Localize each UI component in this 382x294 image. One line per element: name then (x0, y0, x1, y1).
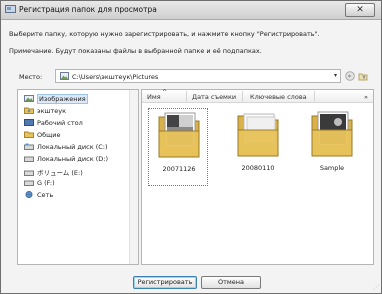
location-label: Место: (19, 73, 43, 81)
public-folder-icon (24, 131, 34, 138)
instruction-text: Выберите папку, которую нужно зарегистри… (9, 30, 320, 38)
pictures-folder-icon (24, 95, 34, 102)
location-combobox[interactable]: C:\Users\экштеук\Pictures ▾ (55, 69, 341, 83)
column-separator (186, 91, 187, 101)
more-columns-icon[interactable]: » (364, 93, 368, 101)
chevron-down-icon[interactable]: ▾ (334, 72, 337, 79)
tree-item-drive-e[interactable]: ボリューム (E:) (24, 167, 83, 177)
column-name[interactable]: Имя (147, 93, 161, 101)
tree-item-label: ボリューム (E:) (37, 169, 83, 177)
column-keywords[interactable]: Ключевые слова (250, 93, 307, 101)
drive-icon (24, 143, 34, 150)
folder-with-photo-icon (158, 112, 200, 158)
tree-item-label: Локальный диск (C:) (37, 143, 108, 151)
folder-name: 20080110 (241, 164, 275, 172)
drive-icon (24, 169, 34, 176)
tree-item-drive-d[interactable]: Локальный диск (D:) (24, 155, 108, 165)
file-list[interactable]: Имя ^ Дата съемки Ключевые слова » 20071… (141, 89, 374, 265)
pictures-folder-icon (60, 72, 69, 80)
folder-item[interactable]: Sample (302, 108, 362, 186)
tree-item-pictures[interactable]: Изображения (24, 94, 88, 105)
note-text: Примечание. Будут показаны файлы в выбра… (9, 47, 262, 55)
folder-with-photo-icon (311, 111, 353, 157)
tree-item-label: Сеть (37, 191, 54, 199)
tree-item-label: G (F:) (37, 179, 55, 187)
folder-item[interactable]: 20071126 (148, 108, 208, 186)
back-arrow-icon[interactable] (345, 71, 355, 81)
tree-item-label: Общие (37, 131, 61, 139)
tree-item-public[interactable]: Общие (24, 131, 60, 141)
resize-grip-icon[interactable]: ⋰ (373, 284, 379, 291)
location-path: C:\Users\экштеук\Pictures (72, 73, 159, 81)
network-icon (24, 191, 34, 198)
tree-item-user[interactable]: экштеук (24, 107, 66, 117)
folder-item[interactable]: 20080110 (228, 108, 288, 186)
app-icon (5, 4, 16, 13)
up-folder-icon[interactable] (358, 71, 368, 81)
tree-item-drive-f[interactable]: G (F:) (24, 179, 55, 189)
tree-item-label: Изображения (37, 94, 88, 104)
folder-name: 20071126 (162, 165, 196, 173)
drive-icon (24, 179, 34, 186)
register-button[interactable]: Регистрировать (133, 276, 197, 289)
close-icon: ✕ (356, 5, 364, 15)
register-folders-dialog: Регистрация папок для просмотра ✕ Выбери… (0, 0, 382, 294)
column-header-bar: Имя ^ Дата съемки Ключевые слова » (142, 89, 373, 103)
sort-arrow-icon: ^ (162, 89, 168, 96)
window-title: Регистрация папок для просмотра (19, 5, 157, 14)
tree-scrollbar[interactable] (129, 90, 138, 264)
folder-tree[interactable]: Изображения экштеук Рабочий стол Общие Л… (17, 89, 139, 265)
tree-item-drive-c[interactable]: Локальный диск (C:) (24, 143, 108, 153)
folder-name: Sample (319, 164, 345, 172)
column-date-taken[interactable]: Дата съемки (192, 93, 236, 101)
title-bar[interactable]: Регистрация папок для просмотра ✕ (1, 1, 381, 20)
column-separator (242, 91, 243, 101)
tree-item-desktop[interactable]: Рабочий стол (24, 119, 83, 129)
tree-item-label: Локальный диск (D:) (37, 155, 108, 163)
user-folder-icon (24, 107, 34, 114)
column-separator (314, 91, 315, 101)
tree-item-label: Рабочий стол (37, 119, 83, 127)
desktop-icon (24, 119, 34, 126)
cancel-button[interactable]: Отмена (201, 276, 261, 289)
close-button[interactable]: ✕ (345, 3, 375, 17)
tree-item-label: экштеук (37, 107, 66, 115)
drive-icon (24, 155, 34, 162)
tree-item-network[interactable]: Сеть (24, 191, 53, 201)
folder-icon (237, 113, 279, 157)
